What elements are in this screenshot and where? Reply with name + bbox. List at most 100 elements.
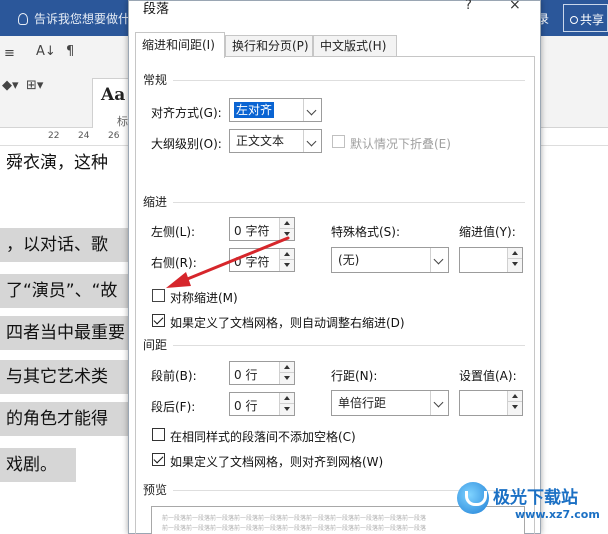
down-arrow-icon[interactable]: [280, 260, 294, 271]
stepper-buttons: [279, 249, 294, 271]
special-format-value: (无): [338, 253, 360, 267]
down-arrow-icon[interactable]: [280, 373, 294, 384]
collapse-label: 默认情况下折叠(E): [350, 137, 451, 151]
sort-icon[interactable]: A↓: [36, 44, 56, 59]
outline-level-value: 正文文本: [236, 134, 285, 148]
stepper-buttons: [279, 393, 294, 415]
shading-icon[interactable]: ◆▾: [2, 78, 19, 93]
preview-text: 前一段落前一段落前一段落前一段落前一段落前一段落前一段落前一段落前一段落前一段落…: [162, 525, 427, 532]
line-spacing-select[interactable]: 单倍行距: [331, 390, 449, 416]
chevron-down-icon: [303, 99, 321, 121]
borders-icon[interactable]: ⊞▾: [26, 78, 43, 93]
close-icon[interactable]: ×: [509, 0, 521, 13]
up-arrow-icon[interactable]: [508, 391, 522, 402]
up-arrow-icon[interactable]: [280, 362, 294, 373]
doc-line: 了“演员”、“故: [0, 274, 128, 308]
no-space-same-style-checkbox[interactable]: [152, 428, 165, 441]
alignment-label: 对齐方式(G):: [151, 106, 222, 120]
indent-right-stepper[interactable]: 0 字符: [229, 248, 295, 272]
stepper-buttons: [279, 362, 294, 384]
styles-preview: Aa: [101, 85, 126, 105]
doc-line: 的角色才能得: [0, 402, 128, 436]
stepper-buttons: [507, 248, 522, 272]
styles-caption: 标: [117, 115, 128, 128]
up-arrow-icon[interactable]: [508, 248, 522, 259]
help-icon[interactable]: ?: [465, 0, 472, 13]
chevron-down-icon: [430, 248, 448, 272]
doc-line: 四者当中最重要: [0, 316, 128, 350]
share-label: 共享: [580, 13, 605, 27]
watermark-url: www.xz7.com: [515, 508, 600, 521]
special-format-label: 特殊格式(S):: [331, 225, 401, 239]
auto-adjust-indent-checkbox[interactable]: [152, 314, 165, 327]
snap-to-grid-label: 如果定义了文档网格，则对齐到网格(W): [170, 455, 384, 469]
chevron-down-icon: [303, 130, 321, 152]
spacing-at-label: 设置值(A):: [459, 369, 517, 383]
indent-left-stepper[interactable]: 0 字符: [229, 217, 295, 241]
indent-right-value: 0 字符: [234, 255, 270, 269]
section-general: 常规: [143, 73, 168, 87]
doc-line: 戏剧。: [0, 448, 76, 482]
space-before-label: 段前(B):: [151, 369, 197, 383]
outline-level-label: 大纲级别(O):: [151, 137, 222, 151]
indent-right-label: 右侧(R):: [151, 256, 197, 270]
tell-me-text: 告诉我您想要做什么: [34, 12, 143, 26]
chevron-down-icon: [430, 391, 448, 415]
down-arrow-icon[interactable]: [508, 402, 522, 413]
space-after-stepper[interactable]: 0 行: [229, 392, 295, 416]
section-preview: 预览: [143, 483, 168, 497]
tab-indents-spacing[interactable]: 缩进和间距(I): [135, 32, 225, 58]
share-button[interactable]: 共享: [563, 4, 608, 32]
spacing-at-stepper[interactable]: [459, 390, 523, 416]
no-space-same-style-label: 在相同样式的段落间不添加空格(C): [170, 430, 356, 444]
section-divider: [173, 202, 525, 203]
preview-text: 前一段落前一段落前一段落前一段落前一段落前一段落前一段落前一段落前一段落前一段落…: [162, 515, 427, 522]
up-arrow-icon[interactable]: [280, 249, 294, 260]
tab-asian-typography[interactable]: 中文版式(H): [313, 35, 397, 57]
down-arrow-icon[interactable]: [508, 259, 522, 270]
outline-level-select[interactable]: 正文文本: [229, 129, 322, 153]
section-divider: [173, 345, 525, 346]
tell-me-box[interactable]: 告诉我您想要做什么: [18, 10, 142, 27]
doc-line: ，以对话、歌: [0, 228, 128, 262]
dialog-title: 段落: [143, 2, 170, 17]
alignment-value: 左对齐: [234, 102, 275, 118]
indent-by-label: 缩进值(Y):: [459, 225, 516, 239]
bullets-icon[interactable]: ≡: [4, 46, 15, 61]
section-divider: [173, 80, 525, 81]
up-arrow-icon[interactable]: [280, 393, 294, 404]
mirror-indents-checkbox[interactable]: [152, 289, 165, 302]
ruler-tick: 24: [78, 131, 90, 141]
up-arrow-icon[interactable]: [280, 218, 294, 229]
special-format-select[interactable]: (无): [331, 247, 449, 273]
show-marks-icon[interactable]: ¶: [66, 44, 74, 59]
indent-by-stepper[interactable]: [459, 247, 523, 273]
tab-line-page-breaks[interactable]: 换行和分页(P): [225, 35, 313, 57]
collapse-checkbox[interactable]: [332, 135, 345, 148]
line-spacing-label: 行距(N):: [331, 369, 378, 383]
doc-line: 舜衣演，这种: [6, 153, 108, 173]
stepper-buttons: [507, 391, 522, 415]
snap-to-grid-checkbox[interactable]: [152, 453, 165, 466]
indent-left-value: 0 字符: [234, 224, 270, 238]
space-before-value: 0 行: [234, 368, 258, 382]
down-arrow-icon[interactable]: [280, 229, 294, 240]
ruler-tick: 26: [108, 131, 120, 141]
ruler-tick: 22: [48, 131, 60, 141]
doc-line: 与其它艺术类: [0, 360, 128, 394]
auto-adjust-indent-label: 如果定义了文档网格，则自动调整右缩进(D): [170, 316, 405, 330]
watermark-logo-icon: [457, 482, 489, 514]
watermark: 极光下载站 www.xz7.com: [455, 480, 605, 534]
section-indentation: 缩进: [143, 195, 168, 209]
watermark-name: 极光下载站: [493, 488, 578, 508]
paragraph-dialog: 段落 ? × 缩进和间距(I) 换行和分页(P) 中文版式(H) 常规 对齐方式…: [128, 0, 541, 534]
space-after-value: 0 行: [234, 399, 258, 413]
line-spacing-value: 单倍行距: [338, 396, 387, 410]
down-arrow-icon[interactable]: [280, 404, 294, 415]
space-before-stepper[interactable]: 0 行: [229, 361, 295, 385]
stepper-buttons: [279, 218, 294, 240]
person-icon: [570, 16, 578, 24]
section-spacing: 间距: [143, 338, 168, 352]
alignment-select[interactable]: 左对齐: [229, 98, 322, 122]
indent-left-label: 左侧(L):: [151, 225, 196, 239]
